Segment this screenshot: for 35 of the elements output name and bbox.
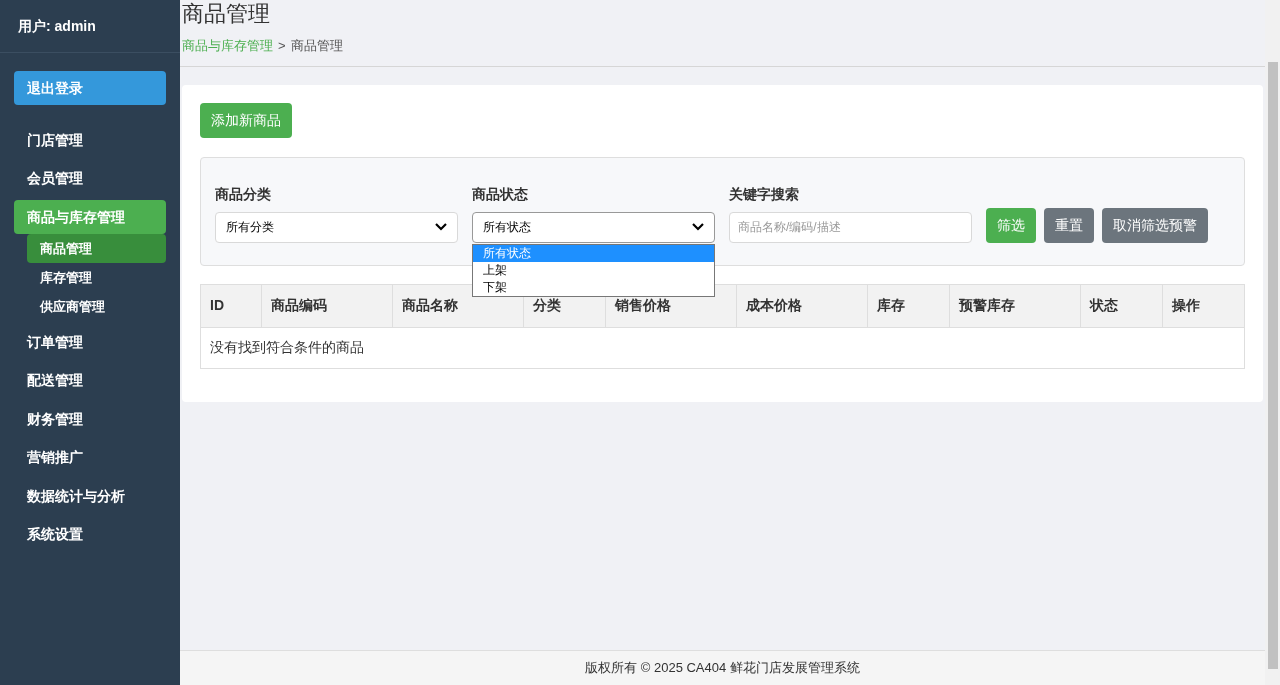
chevron-down-icon <box>692 223 704 231</box>
dropdown-option[interactable]: 上架 <box>473 261 714 279</box>
field-label: 商品状态 <box>472 184 529 204</box>
nav-subitem[interactable]: 库存管理 <box>27 263 166 292</box>
nav-subitem[interactable]: 供应商管理 <box>27 292 166 321</box>
column-header: 操作 <box>1162 284 1244 327</box>
filter-action-button[interactable]: 取消筛选预警 <box>1102 207 1208 243</box>
column-header: ID <box>209 296 225 315</box>
breadcrumb-separator: > <box>278 37 286 55</box>
nav-item[interactable]: 门店管理 <box>14 123 166 157</box>
nav-item[interactable]: 系统设置 <box>14 517 166 552</box>
column-header: 成本价格 <box>736 284 867 327</box>
copyright-text: 版权所有 © 2025 CA404 鲜花门店发展管理系统 <box>585 659 860 678</box>
field-label: 关键字搜索 <box>729 184 800 204</box>
column-header: 商品编码 <box>261 284 392 327</box>
filter-action-button[interactable]: 重置 <box>1044 207 1094 243</box>
page-title: 商品管理 <box>182 0 271 28</box>
nav-item[interactable]: 财务管理 <box>14 402 166 436</box>
nav-item[interactable]: 营销推广 <box>14 440 166 475</box>
field-label: 商品分类 <box>215 184 272 204</box>
status-select[interactable]: 所有状态 <box>472 211 715 243</box>
nav-item[interactable]: 会员管理 <box>14 161 166 196</box>
user-label: 用户: admin <box>18 16 96 36</box>
keyword-search-field[interactable]: 商品名称/编码/描述 <box>729 211 972 243</box>
chevron-down-icon <box>435 223 447 231</box>
column-header: 库存 <box>867 284 949 327</box>
nav-item[interactable]: 数据统计与分析 <box>14 479 166 513</box>
column-header: 预警库存 <box>949 284 1080 327</box>
nav-subitem[interactable]: 商品管理 <box>27 234 166 263</box>
nav-item[interactable]: 订单管理 <box>14 325 166 359</box>
column-header: 状态 <box>1080 284 1162 327</box>
nav-item[interactable]: 配送管理 <box>14 363 166 398</box>
breadcrumb-current: 商品管理 <box>290 37 343 55</box>
category-select[interactable]: 所有分类 <box>215 211 458 243</box>
empty-message: 没有找到符合条件的商品 <box>210 338 364 357</box>
